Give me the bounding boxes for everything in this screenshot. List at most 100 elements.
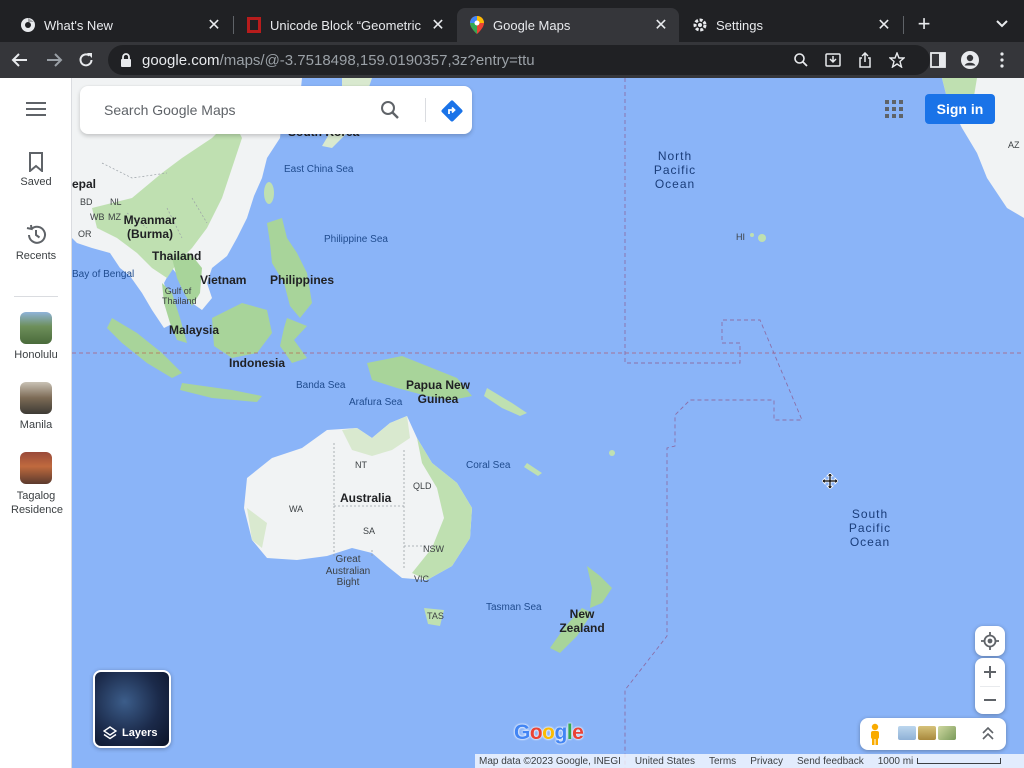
url-text: google.com/maps/@-3.7518498,159.0190357,… — [142, 52, 535, 69]
region-label: TAS — [427, 611, 444, 621]
ocean-label: North Pacific Ocean — [653, 149, 697, 191]
close-icon[interactable]: ✕ — [653, 17, 669, 34]
sign-in-button[interactable]: Sign in — [925, 94, 995, 124]
forward-arrow-icon[interactable] — [42, 48, 66, 72]
region-label: OR — [78, 229, 92, 239]
country-label: Malaysia — [169, 323, 220, 337]
directions-icon[interactable] — [440, 99, 464, 123]
saved-button[interactable]: Saved — [0, 152, 72, 188]
region-label: WA — [289, 504, 304, 514]
close-icon[interactable]: ✕ — [430, 17, 446, 34]
search-icon[interactable] — [792, 51, 810, 69]
logo-letter: G — [514, 721, 530, 744]
recent-place-manila[interactable]: Manila — [0, 382, 72, 431]
my-location-button[interactable] — [975, 626, 1005, 656]
sea-label: Coral Sea — [466, 460, 511, 471]
search-icon[interactable] — [380, 100, 400, 120]
recents-button[interactable]: Recents — [0, 224, 72, 262]
nz-north — [587, 566, 612, 608]
tab-unicode[interactable]: Unicode Block “Geometric S ✕ — [234, 8, 456, 42]
url-host: google.com — [142, 51, 220, 69]
country-label: Australia — [340, 491, 392, 505]
zoom-out-button[interactable] — [975, 686, 1005, 714]
lock-icon — [118, 53, 134, 67]
close-icon[interactable]: ✕ — [206, 17, 222, 34]
imagery-tile[interactable] — [938, 726, 956, 740]
imagery-tile[interactable] — [918, 726, 936, 740]
imagery-tiles — [898, 726, 958, 742]
pegman-icon[interactable] — [868, 723, 882, 745]
chevron-down-icon[interactable] — [990, 12, 1014, 36]
country-label: Papua New Guinea — [405, 378, 471, 406]
java — [180, 383, 262, 402]
logo-letter: o — [529, 721, 543, 744]
google-apps-grid-icon[interactable] — [885, 100, 905, 120]
sea-label: Tasman Sea — [486, 602, 542, 613]
sea-label: Banda Sea — [296, 380, 346, 391]
country-label: Vietnam — [200, 273, 247, 287]
profile-avatar-icon[interactable] — [958, 48, 982, 72]
scale-control[interactable]: 1000 mi — [878, 756, 1012, 767]
country-label: New Zealand — [559, 607, 605, 635]
country-label: Myanmar (Burma) — [123, 213, 177, 241]
hamburger-icon — [0, 102, 72, 116]
borneo — [212, 303, 272, 358]
plus-icon — [984, 666, 996, 678]
region-label: BD — [80, 197, 93, 207]
maps-side-rail: Saved Recents Honolulu Manila Tagalog Re… — [0, 78, 72, 768]
region-link[interactable]: United States — [635, 756, 695, 767]
move-cursor-icon — [821, 472, 839, 490]
zoom-in-button[interactable] — [975, 658, 1005, 686]
address-bar[interactable]: google.com/maps/@-3.7518498,159.0190357,… — [108, 45, 930, 75]
place-thumbnail — [20, 452, 52, 484]
tab-google-maps[interactable]: Google Maps ✕ — [457, 8, 679, 42]
google-maps-icon — [469, 16, 485, 34]
new-tab-plus-icon[interactable]: + — [912, 11, 936, 36]
terms-link[interactable]: Terms — [709, 756, 736, 767]
region-label: VIC — [414, 574, 430, 584]
chrome-icon — [20, 17, 36, 33]
sea-label: Arafura Sea — [349, 397, 403, 408]
minus-icon — [984, 699, 996, 701]
back-arrow-icon[interactable] — [8, 48, 32, 72]
tab-whats-new[interactable]: What's New ✕ — [0, 8, 232, 42]
privacy-link[interactable]: Privacy — [750, 756, 783, 767]
imagery-tile[interactable] — [898, 726, 916, 740]
layers-button[interactable]: Layers — [93, 670, 171, 748]
search-input[interactable] — [104, 102, 364, 118]
new-caledonia — [524, 463, 542, 476]
tab-title: What's New — [44, 17, 113, 33]
region-label: AZ — [1008, 140, 1020, 150]
send-feedback-link[interactable]: Send feedback — [797, 756, 864, 767]
reload-icon[interactable] — [74, 48, 98, 72]
url-path: /maps/@-3.7518498,159.0190357,3z?entry=t… — [219, 51, 535, 69]
recent-place-honolulu[interactable]: Honolulu — [0, 312, 72, 361]
kebab-menu-icon[interactable] — [990, 48, 1014, 72]
bookmark-icon — [0, 152, 72, 172]
ocean-label: South Pacific Ocean — [848, 507, 892, 549]
side-panel-icon[interactable] — [926, 48, 950, 72]
recent-place-tagalog-residence[interactable]: Tagalog Residence — [0, 452, 72, 517]
chevron-up-icon[interactable] — [978, 724, 998, 744]
tab-settings[interactable]: Settings ✕ — [680, 8, 902, 42]
recent-place-label: Honolulu — [14, 349, 58, 361]
region-label: MZ — [108, 212, 121, 222]
hawaii-island-2 — [750, 233, 754, 237]
saved-label: Saved — [20, 176, 52, 188]
share-icon[interactable] — [856, 51, 874, 69]
sea-label: Bay of Bengal — [72, 269, 135, 280]
bookmark-star-icon[interactable] — [888, 51, 906, 69]
install-app-icon[interactable] — [824, 51, 842, 69]
logo-letter: o — [542, 721, 555, 744]
main-menu-button[interactable] — [0, 102, 72, 120]
region-label: QLD — [413, 481, 432, 491]
search-divider — [425, 98, 426, 122]
close-icon[interactable]: ✕ — [876, 17, 892, 34]
region-label: NSW — [423, 544, 444, 554]
map-canvas[interactable]: North Pacific Ocean South Pacific Ocean … — [72, 78, 1024, 768]
map-geography — [72, 78, 1024, 768]
gear-icon — [692, 17, 708, 33]
country-label: Philippines — [270, 273, 335, 287]
recents-label: Recents — [15, 250, 57, 262]
map-tools-bar — [860, 718, 1006, 750]
